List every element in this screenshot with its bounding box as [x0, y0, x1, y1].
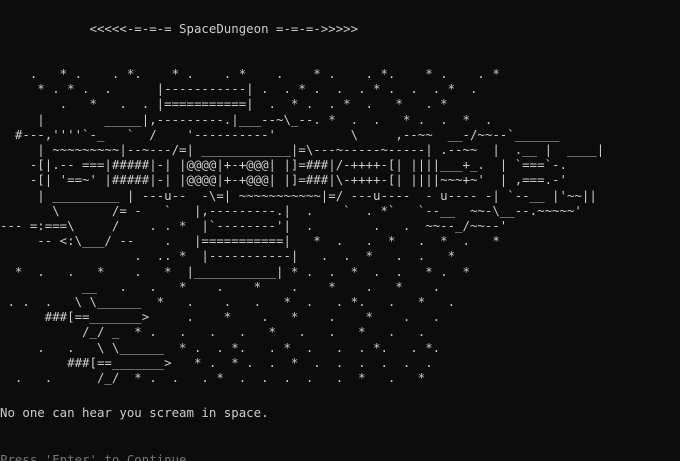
- spaceship-ascii-art: . * . . *. * . . * . * . . *. * . . * * …: [0, 66, 605, 386]
- message-text: No one can hear you scream in space.: [0, 405, 269, 420]
- continue-prompt: Press 'Enter' to Continue: [0, 452, 187, 461]
- console-window[interactable]: <<<<<-=-=-= SpaceDungeon =-=-=->>>>> . *…: [0, 0, 680, 461]
- game-title: <<<<<-=-=-= SpaceDungeon =-=-=->>>>>: [0, 21, 359, 36]
